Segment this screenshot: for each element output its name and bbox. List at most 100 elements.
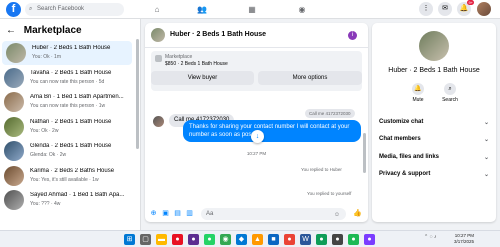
groups-icon[interactable]: ◉ [295, 3, 309, 16]
app-icon[interactable]: ● [172, 234, 183, 245]
search-label: Search [442, 97, 458, 103]
message-composer: ⊕ ▣ ▤ ▥ Aa ☺ 👍 [145, 206, 368, 222]
conversation-item[interactable]: Sayed Ahmad · 1 Bed 1 Bath Apa... You: ??… [0, 188, 134, 212]
conversation-preview: You can now rate this person · 5d [30, 78, 105, 85]
clock[interactable]: 10:27 PM 3/17/2025 [454, 233, 474, 245]
chevron-down-icon: ⌄ [483, 155, 489, 161]
customize-chat-item[interactable]: Customize chat ⌄ [379, 119, 489, 126]
conversation-title: Sayed Ahmad · 1 Bed 1 Bath Apa... [30, 192, 125, 198]
home-icon[interactable]: ⌂ [150, 3, 164, 16]
message-placeholder: Aa [206, 211, 214, 217]
back-arrow-icon[interactable]: ← [6, 25, 16, 36]
conversation-item[interactable]: Tavaha · 2 Beds 1 Bath House You can now … [0, 66, 134, 90]
facebook-logo[interactable]: f [6, 2, 21, 17]
listing-thumbnail [4, 141, 24, 161]
marketplace-label: Marketplace [165, 54, 193, 60]
outgoing-message: Thanks for sharing your contact number I… [183, 120, 361, 142]
chat-title[interactable]: Huber · 2 Beds 1 Bath House [170, 31, 266, 38]
conversation-item[interactable]: Nathan · 2 Beds 1 Bath House You: Ok · 2w [0, 115, 134, 139]
app-icon[interactable]: ● [284, 234, 295, 245]
listing-thumbnail [6, 43, 26, 63]
privacy-support-item[interactable]: Privacy & support ⌄ [379, 171, 489, 178]
vscode-icon[interactable]: ◆ [236, 234, 247, 245]
conversation-item[interactable]: Glenda · 2 Beds 1 Bath House Glenda: Ok ·… [0, 139, 134, 163]
app-icon[interactable]: ● [332, 234, 343, 245]
friends-icon[interactable]: 👥 [195, 3, 209, 16]
conversation-details-panel: Huber · 2 Beds 1 Bath House 🔔 Mute ⌕ Sea… [372, 23, 496, 222]
chat-panel: Huber · 2 Beds 1 Bath House i Marketplac… [145, 23, 368, 222]
bell-icon: 🔔 [412, 83, 424, 95]
menu-icon[interactable]: ⋮ [419, 2, 433, 16]
app-icon[interactable]: ● [188, 234, 199, 245]
marketplace-inbox-sidebar: ← Marketplace Huber · 2 Beds 1 Bath Hous… [0, 19, 141, 230]
search-button[interactable]: ⌕ Search [435, 83, 465, 103]
conversation-preview: You: ??? · 4w [30, 201, 61, 207]
app-icon[interactable]: ■ [268, 234, 279, 245]
conversation-preview: You: Ok · 1m [32, 54, 61, 60]
gif-icon[interactable]: ▥ [185, 209, 194, 218]
conversation-item[interactable]: Ama Bri · 1 Bed 1 Bath Apartmen... You ca… [0, 90, 134, 114]
windows-taskbar: ⊞ ▢ ▬ ● ● ● ◉ ◆ ▲ ■ ● W ● ● ● ● ⌃ ◌ ♪ 10… [0, 230, 500, 247]
like-icon[interactable]: 👍 [353, 209, 362, 218]
conversation-title: Ama Bri · 1 Bed 1 Bath Apartmen... [30, 94, 124, 100]
plus-icon[interactable]: ⊕ [149, 209, 158, 218]
listing-photo [419, 31, 449, 61]
sender-avatar [153, 116, 164, 127]
item-label: Customize chat [379, 119, 424, 125]
conversation-title: Tavaha · 2 Beds 1 Bath House [30, 69, 112, 76]
search-icon: ⌕ [444, 83, 456, 95]
spotify-icon[interactable]: ● [348, 234, 359, 245]
scroll-down-icon[interactable]: ↓ [251, 130, 264, 143]
conversation-item[interactable]: Huber · 2 Beds 1 Bath House You: Ok · 1m [2, 41, 132, 65]
more-options-button[interactable]: More options [258, 71, 362, 85]
app-icon[interactable]: ● [316, 234, 327, 245]
sidebar-scrollbar[interactable] [136, 39, 139, 149]
tray-icons[interactable]: ⌃ ◌ ♪ [424, 234, 436, 240]
media-files-links-item[interactable]: Media, files and links ⌄ [379, 154, 489, 161]
info-icon[interactable]: i [348, 31, 357, 40]
replied-to-yourself: You replied to yourself [307, 191, 352, 196]
chrome-icon[interactable]: ◉ [220, 234, 231, 245]
message-thread: Call me 4172372030 Huber is waiting for … [145, 91, 368, 204]
mute-label: Mute [412, 97, 424, 103]
message-input[interactable]: Aa ☺ [201, 208, 346, 220]
quoted-message: Call me 4172372030 [305, 109, 355, 118]
chevron-down-icon: ⌄ [483, 172, 489, 178]
replied-to-huber: You replied to Huber [301, 167, 342, 172]
search-facebook-input[interactable]: ⌕ Search Facebook [25, 3, 124, 16]
messenger-icon[interactable]: ✉ [438, 2, 452, 16]
notification-badge: 9+ [467, 0, 474, 5]
view-buyer-button[interactable]: View buyer [151, 71, 254, 85]
listing-thumbnail [151, 28, 165, 42]
whatsapp-icon[interactable]: ● [204, 234, 215, 245]
app-icon[interactable]: ● [364, 234, 375, 245]
sidebar-header: ← Marketplace [6, 25, 82, 36]
message-timestamp: 10:27 PM [246, 151, 267, 156]
sticker-icon[interactable]: ▤ [173, 209, 182, 218]
chat-scrollbar[interactable] [363, 133, 366, 173]
conversation-title: Karima · 2 Beds 2 Baths House [30, 167, 115, 174]
account-avatar[interactable] [477, 2, 491, 16]
app-icon[interactable]: ▲ [252, 234, 263, 245]
listing-line[interactable]: $850 · 2 Beds 1 Bath House [165, 61, 228, 67]
bell-icon[interactable]: 🔔 9+ [457, 0, 474, 16]
item-label: Privacy & support [379, 171, 431, 177]
conversation-preview: You: Yes, it's still available · 1w [30, 176, 99, 183]
conversation-item[interactable]: Karima · 2 Beds 2 Baths House You: Yes, i… [0, 164, 134, 188]
details-title: Huber · 2 Beds 1 Bath House [388, 67, 480, 74]
chat-members-item[interactable]: Chat members ⌄ [379, 136, 489, 143]
conversation-preview: Glenda: Ok · 2w [30, 152, 67, 158]
word-icon[interactable]: W [300, 234, 311, 245]
chevron-down-icon: ⌄ [483, 120, 489, 126]
store-icon [155, 55, 162, 62]
emoji-icon[interactable]: ☺ [334, 209, 340, 221]
sidebar-title: Marketplace [23, 25, 82, 36]
file-explorer-icon[interactable]: ▬ [156, 234, 167, 245]
listing-thumbnail [4, 92, 24, 112]
camera-icon[interactable]: ▣ [161, 209, 170, 218]
start-icon[interactable]: ⊞ [124, 234, 135, 245]
task-view-icon[interactable]: ▢ [140, 234, 151, 245]
mute-button[interactable]: 🔔 Mute [403, 83, 433, 103]
listing-thumbnail [4, 67, 24, 88]
marketplace-icon[interactable]: ▦ [245, 3, 259, 16]
